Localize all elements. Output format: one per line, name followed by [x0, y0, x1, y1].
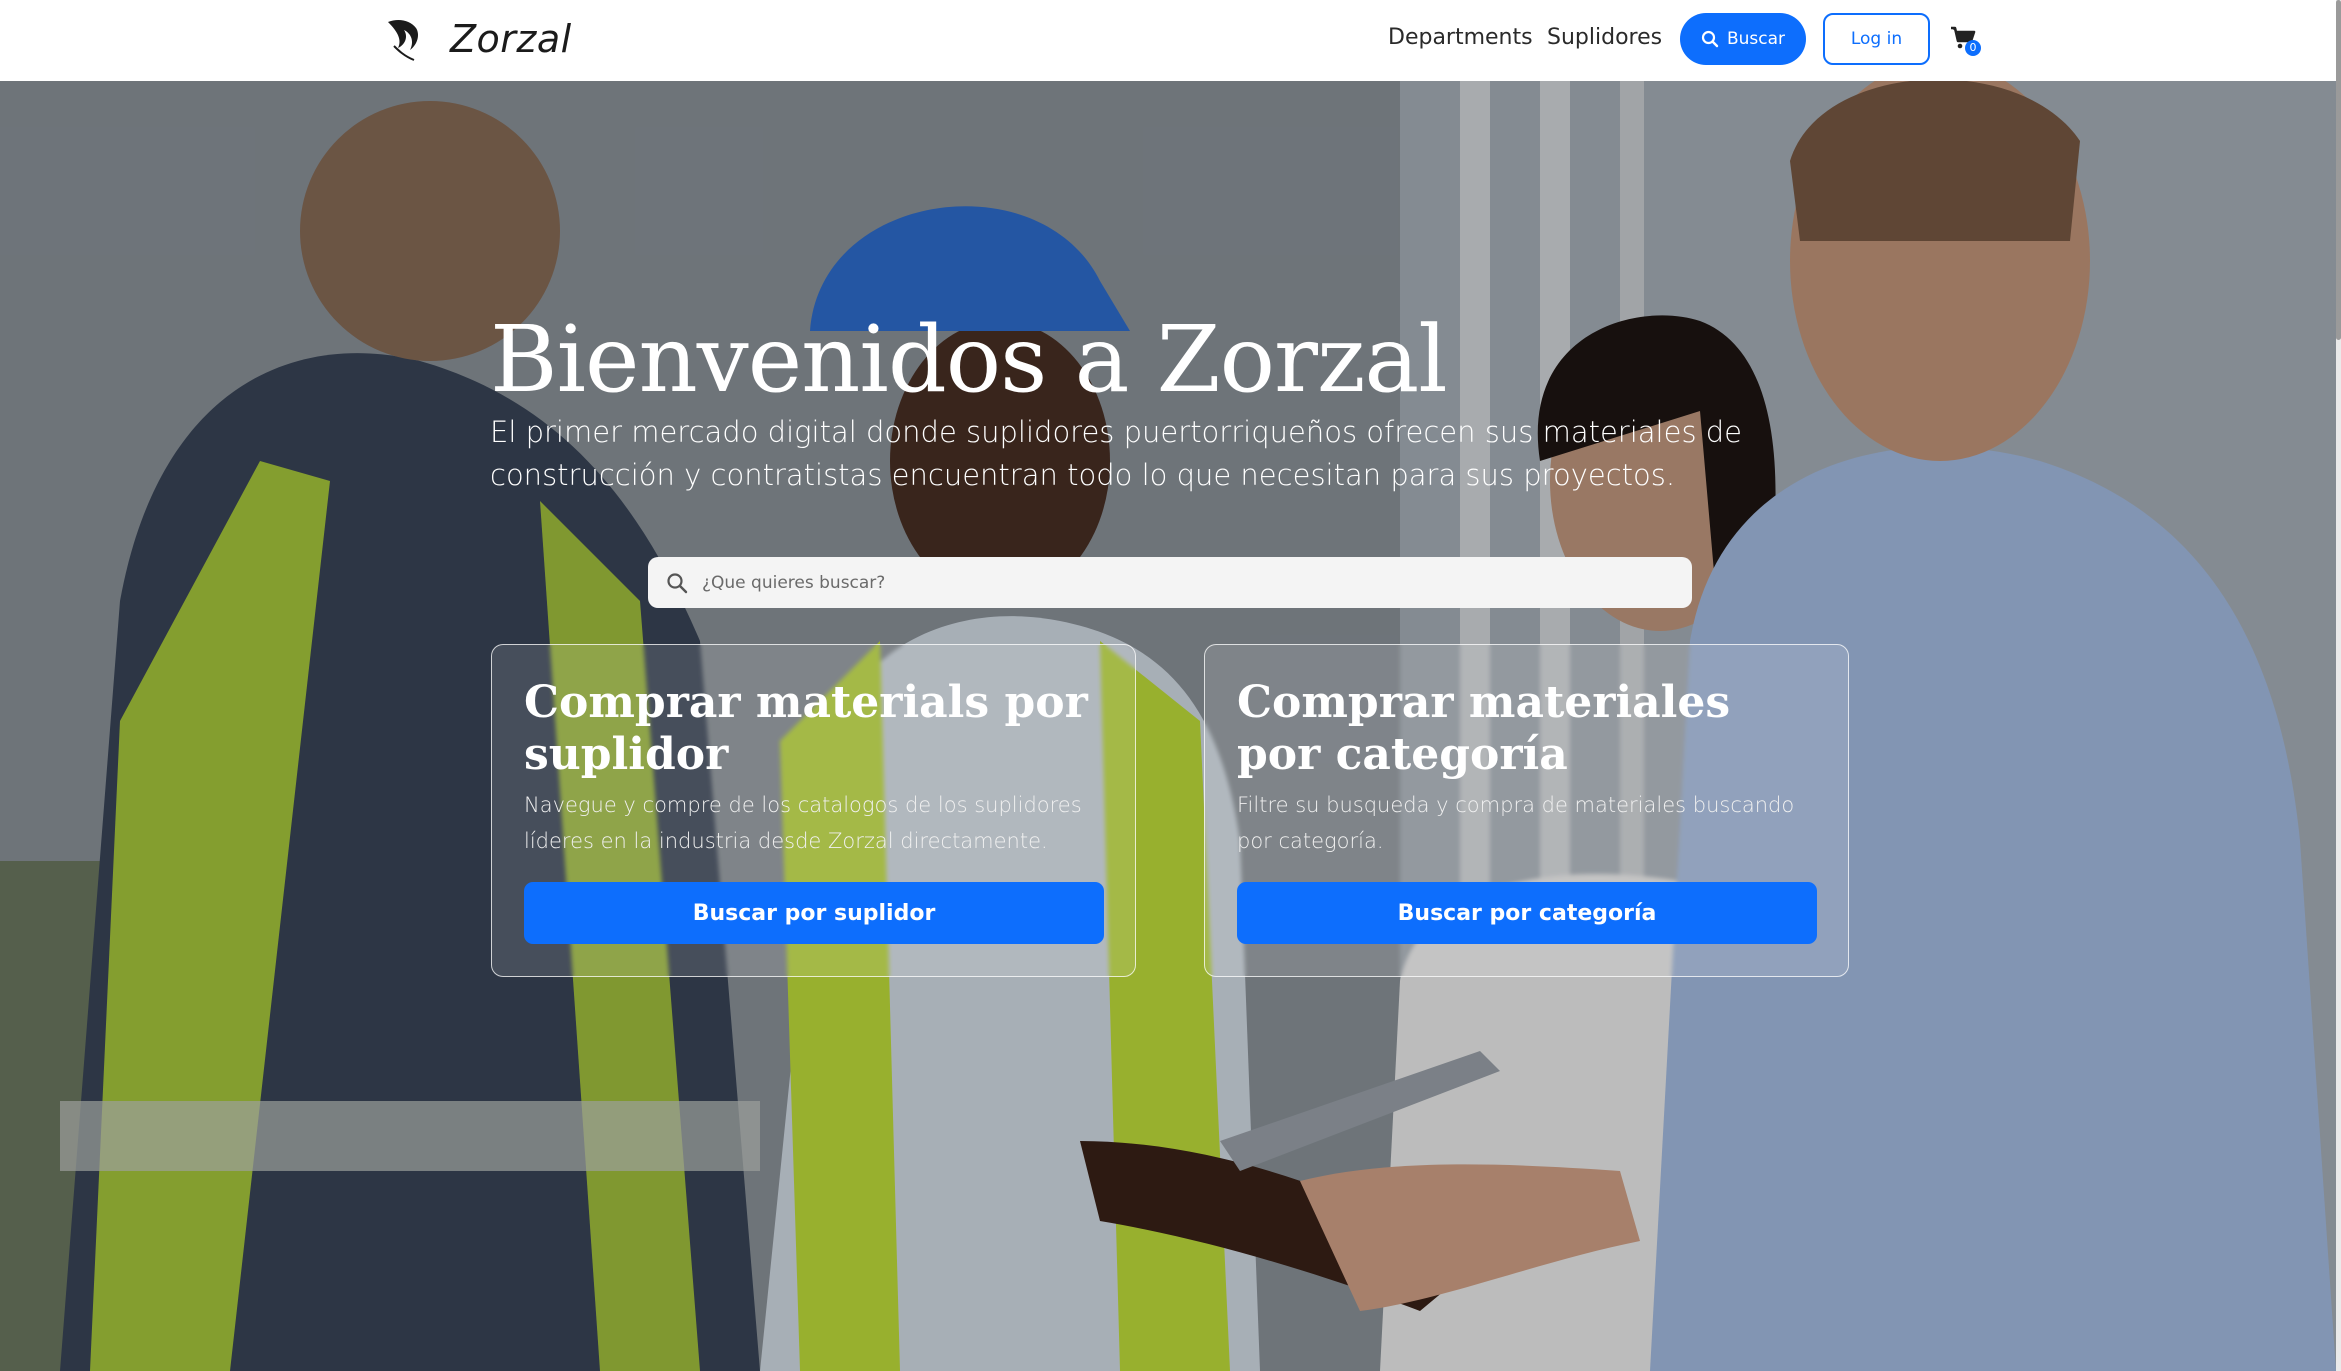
search-by-supplier-button[interactable]: Buscar por suplidor: [524, 882, 1104, 944]
supplier-card-title: Comprar materials por suplidor: [524, 677, 1088, 780]
cart-count-badge: 0: [1965, 40, 1981, 56]
category-card: Comprar materiales por categoría Filtre …: [1204, 644, 1849, 977]
login-button[interactable]: Log in: [1823, 13, 1930, 65]
hero-title: Bienvenidos a Zorzal: [490, 306, 1448, 413]
page-scrollbar-thumb[interactable]: [2336, 0, 2341, 340]
nav-departments-link[interactable]: Departments: [1388, 25, 1533, 50]
category-card-text: Filtre su busqueda y compra de materiale…: [1237, 793, 1795, 853]
hero-section: Bienvenidos a Zorzal El primer mercado d…: [0, 81, 2336, 1371]
search-button[interactable]: Buscar: [1680, 13, 1806, 65]
hero-subtitle: El primer mercado digital donde suplidor…: [490, 415, 1743, 492]
search-icon: [667, 572, 688, 593]
nav-suppliers-link[interactable]: Suplidores: [1547, 25, 1662, 50]
search-by-category-button[interactable]: Buscar por categoría: [1237, 882, 1817, 944]
supplier-card-text: Navegue y compre de los catalogos de los…: [524, 793, 1082, 853]
top-navbar: Zorzal Departments Suplidores Buscar Log…: [0, 0, 2336, 81]
category-card-title: Comprar materiales por categoría: [1237, 677, 1731, 780]
search-button-label: Buscar: [1726, 29, 1786, 49]
brand-name: Zorzal: [450, 17, 572, 61]
cart-button[interactable]: 0: [1949, 24, 1983, 58]
search-icon: [1701, 30, 1719, 48]
hero-search-input[interactable]: [702, 572, 1662, 593]
bird-logo-icon: [388, 20, 418, 61]
hero-search-bar[interactable]: [648, 557, 1692, 608]
hero-overlay: [0, 81, 2336, 1371]
supplier-card: Comprar materials por suplidor Navegue y…: [491, 644, 1136, 977]
brand-link[interactable]: Zorzal: [384, 16, 572, 62]
